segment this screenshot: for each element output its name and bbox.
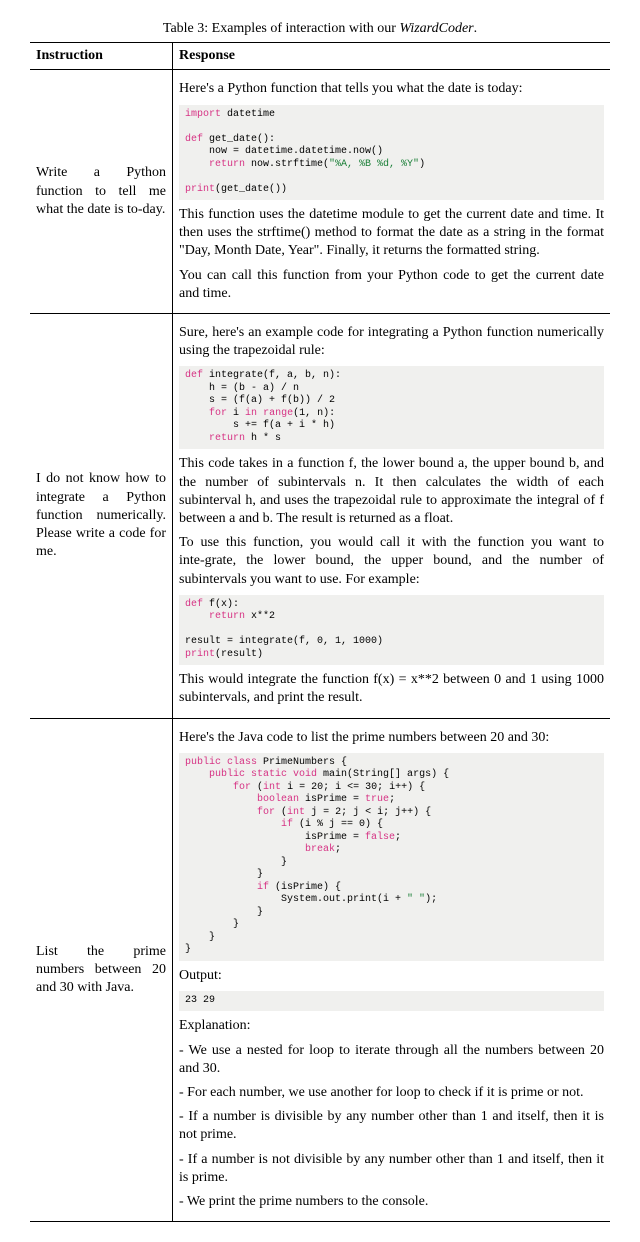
response-cell: Sure, here's an example code for integra… [173,314,611,719]
response-cell: Here's a Python function that tells you … [173,70,611,314]
instruction-cell: List the prime numbers between 20 and 30… [30,718,173,1222]
caption-em: WizardCoder [399,21,473,36]
code-block: import datetime def get_date(): now = da… [179,105,604,201]
table-row: Write a Python function to tell me what … [30,70,610,314]
instruction-text: I do not know how to integrate a Python … [36,470,166,561]
table-caption: Table 3: Examples of interaction with ou… [30,20,610,38]
response-intro: Sure, here's an example code for integra… [179,324,604,360]
response-para: This would integrate the function f(x) =… [179,671,604,707]
bullet-line: - If a number is not divisible by any nu… [179,1151,604,1187]
table-row: I do not know how to integrate a Python … [30,314,610,719]
instruction-cell: Write a Python function to tell me what … [30,70,173,314]
code-block: def f(x): return x**2 result = integrate… [179,595,604,666]
explanation-label: Explanation: [179,1017,604,1035]
instruction-cell: I do not know how to integrate a Python … [30,314,173,719]
header-response: Response [173,43,611,70]
instruction-text: List the prime numbers between 20 and 30… [36,943,166,998]
caption-suffix: . [474,21,478,36]
response-para: You can call this function from your Pyt… [179,267,604,303]
code-block: def integrate(f, a, b, n): h = (b - a) /… [179,366,604,449]
caption-prefix: Table 3: Examples of interaction with ou… [163,21,400,36]
header-instruction: Instruction [30,43,173,70]
response-cell: Here's the Java code to list the prime n… [173,718,611,1222]
bullet-line: - We use a nested for loop to iterate th… [179,1042,604,1078]
bullet-line: - For each number, we use another for lo… [179,1084,604,1102]
code-block: public class PrimeNumbers { public stati… [179,753,604,961]
output-block: 23 29 [179,991,604,1012]
table-row: List the prime numbers between 20 and 30… [30,718,610,1222]
response-para: To use this function, you would call it … [179,534,604,589]
bullet-line: - We print the prime numbers to the cons… [179,1193,604,1211]
response-para: This function uses the datetime module t… [179,206,604,261]
bullet-line: - If a number is divisible by any number… [179,1108,604,1144]
output-label: Output: [179,967,604,985]
response-intro: Here's a Python function that tells you … [179,80,604,98]
interaction-table: Instruction Response Write a Python func… [30,42,610,1222]
response-para: This code takes in a function f, the low… [179,455,604,528]
instruction-text: Write a Python function to tell me what … [36,164,166,219]
response-intro: Here's the Java code to list the prime n… [179,729,604,747]
